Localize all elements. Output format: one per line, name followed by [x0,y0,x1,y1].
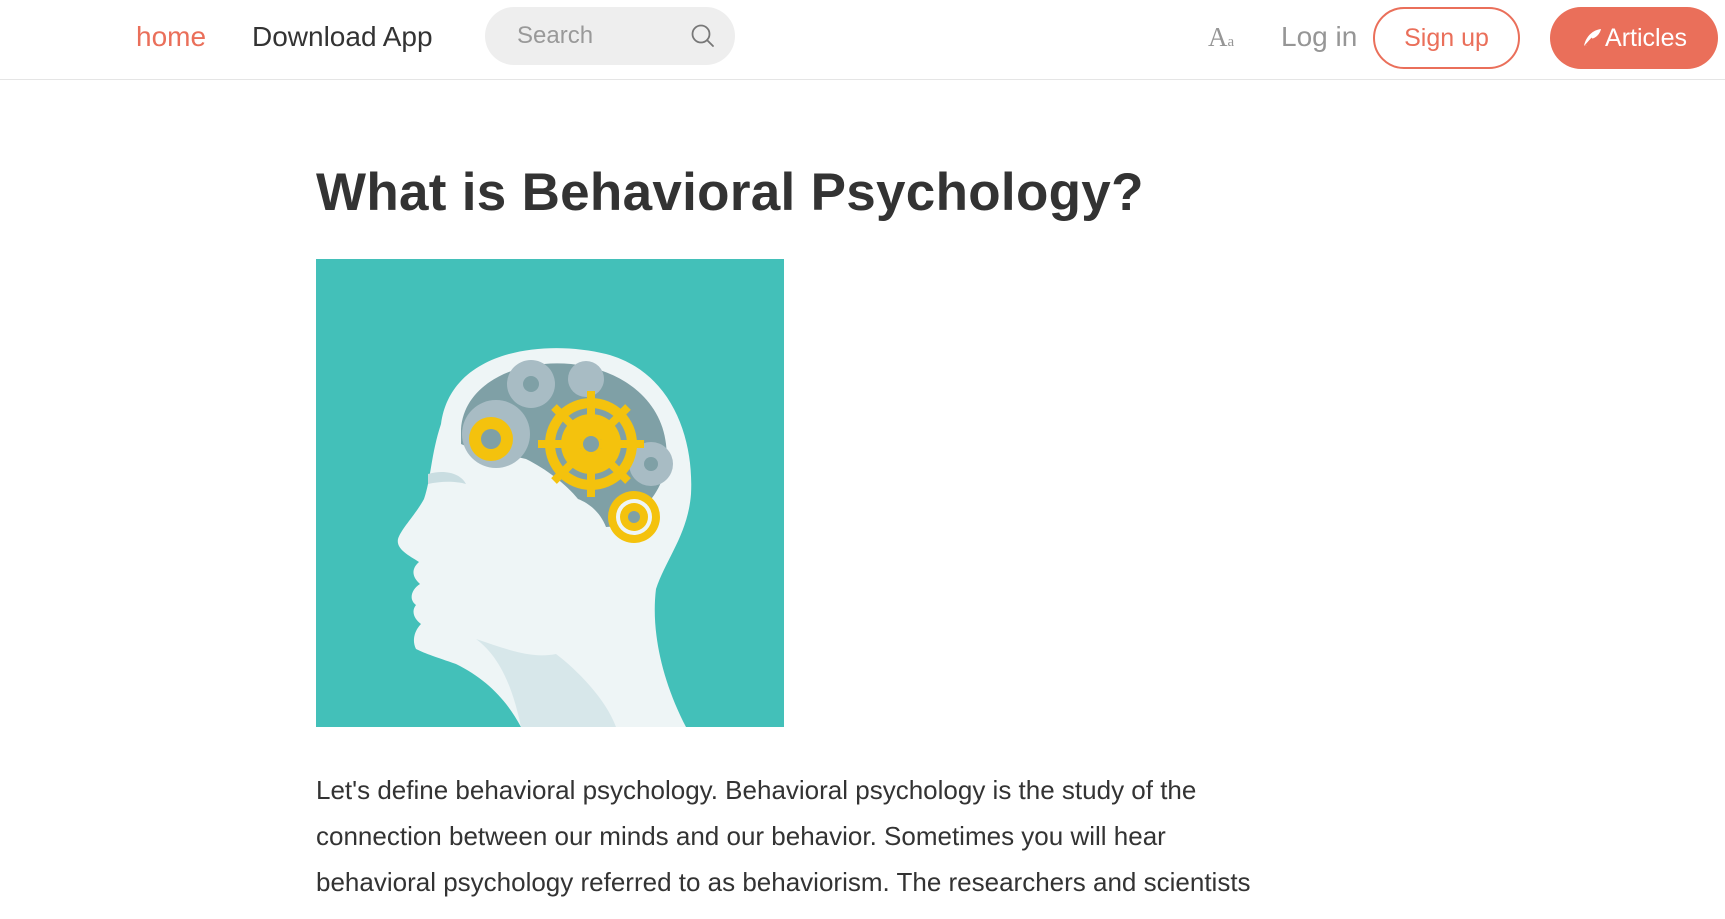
nav-home-link[interactable]: home [136,18,206,56]
font-size-toggle[interactable]: Aa [1208,20,1238,54]
search-box [485,7,735,65]
top-navbar: home Download App Aa Log in Sign up Arti… [0,0,1725,80]
signup-button[interactable]: Sign up [1373,7,1520,69]
article-body-paragraph: Let's define behavioral psychology. Beha… [316,775,1251,897]
nav-download-app-link[interactable]: Download App [252,18,433,56]
article-hero-image [316,259,784,727]
feather-icon [1581,10,1603,49]
write-articles-label: Articles [1605,24,1687,52]
search-icon[interactable] [690,23,716,49]
article: What is Behavioral Psychology? Let's def… [316,150,1286,897]
login-link[interactable]: Log in [1281,18,1357,56]
font-size-icon-large: A [1208,22,1228,52]
head-with-gears-illustration [316,259,784,727]
article-title: What is Behavioral Psychology? [316,163,1144,222]
search-input[interactable] [517,7,677,65]
font-size-icon-small: a [1227,34,1235,50]
write-articles-button[interactable]: Articles [1550,7,1718,69]
